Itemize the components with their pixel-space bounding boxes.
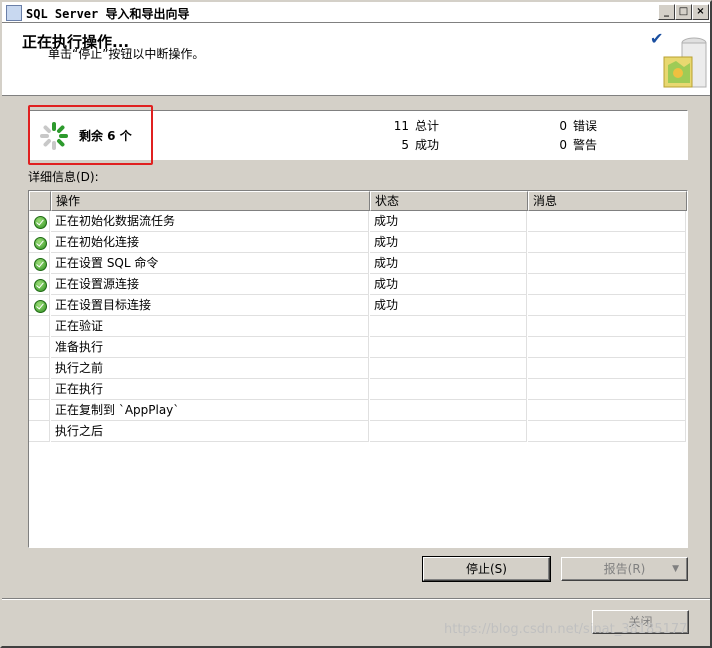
footer-separator [2, 598, 710, 600]
total-stat: 11 总计 [379, 117, 439, 134]
row-icon-cell [29, 358, 50, 379]
row-status: 成功 [370, 232, 527, 253]
column-header-status[interactable]: 状态 [370, 191, 528, 211]
table-row[interactable]: 正在初始化数据流任务 成功 [29, 211, 687, 232]
row-action: 正在设置 SQL 命令 [51, 253, 369, 274]
window-title: SQL Server 导入和导出向导 [26, 7, 190, 21]
page-subtitle: 单击“停止”按钮以中断操作。 [48, 47, 205, 61]
table-row[interactable]: 准备执行 [29, 337, 687, 358]
row-message [528, 274, 686, 295]
watermark-text: https://blog.csdn.net/sinat_38185177 [444, 622, 688, 637]
row-icon-cell [29, 400, 50, 421]
row-status [370, 337, 527, 358]
row-action: 正在设置目标连接 [51, 295, 369, 316]
success-stat: 5 成功 [379, 136, 439, 153]
success-check-icon [34, 300, 47, 313]
error-label: 错误 [573, 119, 598, 133]
total-label: 总计 [415, 119, 440, 133]
row-action: 执行之前 [51, 358, 369, 379]
row-icon-cell [29, 337, 50, 358]
success-count: 5 [401, 138, 409, 152]
row-icon-cell [29, 232, 50, 253]
column-header-action[interactable]: 操作 [51, 191, 370, 211]
row-status: 成功 [370, 295, 527, 316]
details-grid[interactable]: 操作 状态 消息 正在初始化数据流任务 成功 正在初始化连接 成功 正在设置 SQL 命… [28, 190, 688, 548]
warning-stat: 0 警告 [537, 136, 597, 153]
row-status: 成功 [370, 253, 527, 274]
grid-header-icon-col [29, 191, 51, 211]
wizard-header: 正在执行操作... 单击“停止”按钮以中断操作。 ✔ [2, 23, 710, 96]
table-row[interactable]: 正在初始化连接 成功 [29, 232, 687, 253]
table-row[interactable]: 正在复制到 `AppPlay` [29, 400, 687, 421]
stop-button[interactable]: 停止(S) [422, 556, 551, 582]
total-count: 11 [393, 119, 409, 133]
row-icon-cell [29, 316, 50, 337]
success-check-icon [34, 258, 47, 271]
row-status: 成功 [370, 211, 527, 232]
sql-server-logo-icon [663, 37, 707, 88]
table-row[interactable]: 正在设置 SQL 命令 成功 [29, 253, 687, 274]
close-window-button[interactable]: × [692, 4, 709, 20]
error-stat: 0 错误 [537, 117, 597, 134]
row-message [528, 232, 686, 253]
details-label: 详细信息(D): [28, 170, 99, 184]
table-row[interactable]: 正在验证 [29, 316, 687, 337]
row-message [528, 253, 686, 274]
row-icon-cell [29, 421, 50, 442]
row-message [528, 211, 686, 232]
table-row[interactable]: 正在设置源连接 成功 [29, 274, 687, 295]
column-header-message[interactable]: 消息 [528, 191, 687, 211]
row-action: 正在复制到 `AppPlay` [51, 400, 369, 421]
warning-count: 0 [559, 138, 567, 152]
highlight-box [28, 105, 153, 165]
success-check-icon [34, 216, 47, 229]
row-action: 正在初始化连接 [51, 232, 369, 253]
minimize-button[interactable]: _ [658, 4, 675, 20]
row-icon-cell [29, 295, 50, 316]
row-message [528, 316, 686, 337]
row-message [528, 358, 686, 379]
row-message [528, 379, 686, 400]
success-label: 成功 [415, 138, 440, 152]
grid-header: 操作 状态 消息 [29, 191, 687, 211]
row-icon-cell [29, 211, 50, 232]
table-row[interactable]: 正在执行 [29, 379, 687, 400]
success-check-icon [34, 279, 47, 292]
row-status [370, 316, 527, 337]
dropdown-arrow-icon: ▼ [672, 564, 679, 574]
row-message [528, 400, 686, 421]
wizard-window: SQL Server 导入和导出向导 _ □ × 正在执行操作... 单击“停止… [0, 0, 712, 648]
row-status: 成功 [370, 274, 527, 295]
row-action: 正在初始化数据流任务 [51, 211, 369, 232]
row-status [370, 400, 527, 421]
app-icon [6, 5, 22, 21]
row-action: 执行之后 [51, 421, 369, 442]
row-message [528, 421, 686, 442]
row-action: 正在验证 [51, 316, 369, 337]
row-message [528, 337, 686, 358]
row-action: 正在执行 [51, 379, 369, 400]
row-status [370, 421, 527, 442]
warning-label: 警告 [573, 138, 598, 152]
row-icon-cell [29, 274, 50, 295]
report-button-label: 报告(R) [603, 562, 646, 576]
table-row[interactable]: 执行之后 [29, 421, 687, 442]
title-bar: SQL Server 导入和导出向导 _ □ × [2, 2, 710, 23]
table-row[interactable]: 正在设置目标连接 成功 [29, 295, 687, 316]
row-status [370, 379, 527, 400]
row-action: 正在设置源连接 [51, 274, 369, 295]
row-status [370, 358, 527, 379]
report-button[interactable]: 报告(R) ▼ [561, 557, 688, 581]
success-check-icon [34, 237, 47, 250]
row-icon-cell [29, 253, 50, 274]
row-message [528, 295, 686, 316]
error-count: 0 [559, 119, 567, 133]
row-icon-cell [29, 379, 50, 400]
maximize-button[interactable]: □ [675, 4, 692, 20]
row-action: 准备执行 [51, 337, 369, 358]
table-row[interactable]: 执行之前 [29, 358, 687, 379]
